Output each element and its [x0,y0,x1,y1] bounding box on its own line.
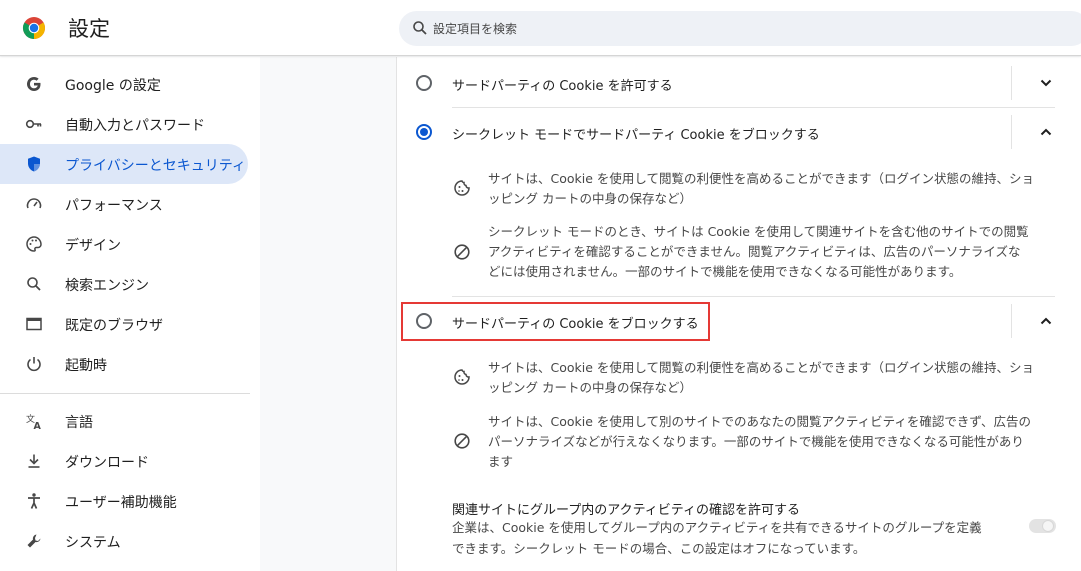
divider [452,296,1055,297]
translate-icon: 文 A [26,413,42,430]
option-label-incognito-block: シークレット モードでサードパーティ Cookie をブロックする [452,128,820,143]
divider [1011,66,1012,100]
sidebar-item-label: 言語 [65,415,93,431]
sidebar-item-system[interactable]: システム [0,521,248,561]
sidebar: Google の設定 自動入力とパスワード プライバシーとセキュリティ パフォー… [0,57,260,571]
related-sites-toggle[interactable] [1029,519,1056,533]
browser-window-icon [26,317,42,331]
divider [452,107,1055,108]
chrome-logo-icon [23,17,45,39]
cookie-icon [454,180,470,196]
search-bar[interactable] [399,11,1081,46]
desc-line: サイトは、Cookie を使用して閲覧の利便性を高めることができます（ログイン状… [488,171,1035,186]
desc-line: サイトは、Cookie を使用して別のサイトでのあなたの閲覧アクティビティを確認… [488,414,1032,429]
search-icon [413,21,427,35]
shield-icon [28,156,40,172]
desc-line: 企業は、Cookie を使用してグループ内のアクティビティを共有できるサイトのグ… [452,520,982,535]
sidebar-item-on-startup[interactable]: 起動時 [0,344,248,384]
desc-line: どには使用されません。一部のサイトで機能を使用できなくなる可能性があります。 [488,264,962,279]
radio-allow-third-party-cookies[interactable] [416,75,432,91]
svg-text:A: A [34,421,42,430]
sidebar-item-google[interactable]: Google の設定 [0,64,248,104]
sidebar-item-downloads[interactable]: ダウンロード [0,441,248,481]
block-desc-cookies: サイトは、Cookie を使用して閲覧の利便性を高めることができます（ログイン状… [488,358,1058,398]
sidebar-item-autofill[interactable]: 自動入力とパスワード [0,104,248,144]
sidebar-item-privacy[interactable]: プライバシーとセキュリティ [0,144,248,184]
chevron-up-icon[interactable] [1038,313,1054,329]
sidebar-item-appearance[interactable]: デザイン [0,224,248,264]
toggle-knob [1042,520,1054,532]
sidebar-item-label: システム [65,535,121,551]
sidebar-item-label: 検索エンジン [65,278,149,294]
accessibility-icon [28,493,40,509]
sidebar-item-label: 既定のブラウザ [65,318,163,334]
option-label-allow: サードパーティの Cookie を許可する [452,79,673,94]
sidebar-item-label: Google の設定 [65,78,161,94]
desc-line: サイトは、Cookie を使用して閲覧の利便性を高めることができます（ログイン状… [488,360,1035,375]
sidebar-item-label: デザイン [65,238,121,254]
search-input[interactable] [433,11,1033,46]
sidebar-item-label: 起動時 [65,358,107,374]
incognito-desc-cookies: サイトは、Cookie を使用して閲覧の利便性を高めることができます（ログイン状… [488,169,1058,209]
desc-line: ッピング カートの中身の保存など） [488,191,692,206]
desc-line: パーソナライズなどが行えなくなります。一部のサイトで機能を使用できなくなる可能性… [488,434,1024,449]
sidebar-item-label: 自動入力とパスワード [65,118,205,134]
radio-block-in-incognito[interactable] [416,124,432,140]
download-icon [28,454,40,468]
sidebar-item-performance[interactable]: パフォーマンス [0,184,248,224]
desc-line: できます。シークレット モードの場合、この設定はオフになっています。 [452,541,866,556]
sidebar-item-languages[interactable]: 文 A 言語 [0,401,248,441]
block-desc-blocking: サイトは、Cookie を使用して別のサイトでのあなたの閲覧アクティビティを確認… [488,412,1058,472]
sidebar-item-label: パフォーマンス [65,198,163,214]
chevron-up-icon[interactable] [1038,124,1054,140]
desc-line: ッピング カートの中身の保存など） [488,380,692,395]
google-g-icon [27,77,41,91]
sidebar-item-label: ダウンロード [65,455,149,471]
search-icon [27,277,41,291]
highlight-annotation [401,302,710,341]
sidebar-item-default-browser[interactable]: 既定のブラウザ [0,304,248,344]
power-icon [27,357,41,372]
desc-line: ます [488,454,514,469]
sidebar-item-search-engine[interactable]: 検索エンジン [0,264,248,304]
sidebar-divider [0,393,250,394]
palette-icon [26,236,42,252]
block-icon [454,433,470,449]
page-title: 設定 [68,17,110,41]
cookie-icon [454,369,470,385]
divider [1011,115,1012,149]
top-bar: 設定 [0,0,1081,56]
related-sites-title: 関連サイトにグループ内のアクティビティの確認を許可する [452,503,801,518]
related-sites-desc: 企業は、Cookie を使用してグループ内のアクティビティを共有できるサイトのグ… [452,517,1012,559]
desc-line: アクティビティを確認することができません。閲覧アクティビティは、広告のパーソナラ… [488,244,1021,259]
speedometer-icon [26,198,42,209]
chevron-down-icon[interactable] [1038,75,1054,91]
key-icon [25,119,42,129]
wrench-icon [27,534,41,548]
desc-line: シークレット モードのとき、サイトは Cookie を使用して関連サイトを含む他… [488,224,1029,239]
incognito-desc-blocking: シークレット モードのとき、サイトは Cookie を使用して関連サイトを含む他… [488,222,1058,282]
sidebar-item-accessibility[interactable]: ユーザー補助機能 [0,481,248,521]
divider [1011,304,1012,338]
sidebar-item-label: ユーザー補助機能 [65,495,177,511]
sidebar-item-label: プライバシーとセキュリティ [65,158,246,174]
block-icon [454,244,470,260]
